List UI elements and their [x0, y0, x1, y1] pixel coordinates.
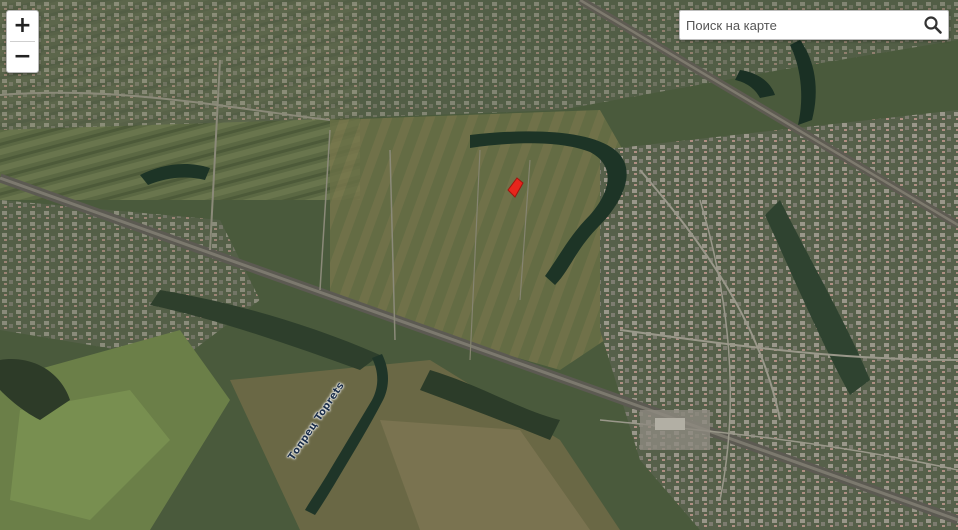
zoom-control: + − [6, 10, 39, 73]
magnifier-icon[interactable] [922, 14, 944, 36]
zoom-in-button[interactable]: + [7, 11, 38, 41]
map-search-box [679, 10, 949, 40]
zoom-out-button[interactable]: − [7, 42, 38, 72]
satellite-imagery [0, 0, 958, 530]
search-input[interactable] [680, 11, 922, 39]
location-marker[interactable] [506, 177, 524, 199]
satellite-map[interactable]: Топрец Toprets + − [0, 0, 958, 530]
